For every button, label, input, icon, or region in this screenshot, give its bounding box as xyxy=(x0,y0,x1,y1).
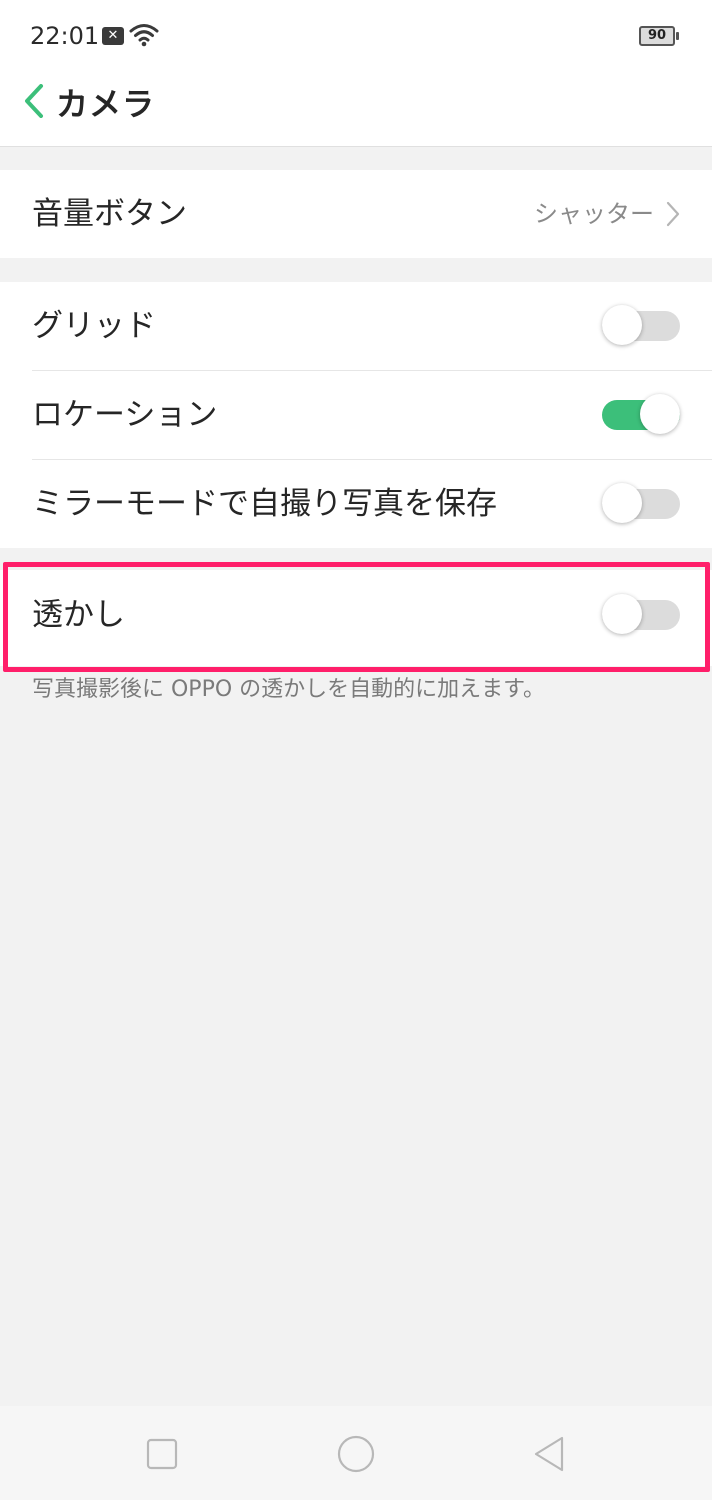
circle-icon xyxy=(337,1435,375,1473)
volume-button-row[interactable]: 音量ボタン シャッター xyxy=(0,170,712,258)
status-bar: 22:01 ✕ 90 xyxy=(0,0,712,76)
back-nav-button[interactable] xyxy=(528,1432,572,1476)
grid-label: グリッド xyxy=(32,308,156,344)
wifi-icon xyxy=(129,23,159,47)
nav-header: カメラ xyxy=(0,76,712,146)
toggle-knob xyxy=(640,394,680,434)
battery-icon: 90 xyxy=(639,26,675,46)
toggle-knob xyxy=(602,305,642,345)
chevron-right-icon xyxy=(666,201,680,227)
toggle-section: グリッド ロケーション ミラーモードで自撮り写真を保存 xyxy=(0,282,712,548)
location-row[interactable]: ロケーション xyxy=(0,371,712,459)
home-button[interactable] xyxy=(334,1432,378,1476)
system-nav-bar xyxy=(0,1406,712,1500)
page-title: カメラ xyxy=(56,85,156,123)
mirror-mode-label: ミラーモードで自撮り写真を保存 xyxy=(32,486,497,522)
watermark-row[interactable]: 透かし xyxy=(0,570,712,666)
volume-button-label: 音量ボタン xyxy=(32,196,187,232)
battery-tip xyxy=(676,32,679,40)
watermark-label: 透かし xyxy=(32,597,125,633)
notification-icon: ✕ xyxy=(102,27,124,45)
volume-button-value: シャッター xyxy=(534,200,654,228)
watermark-toggle[interactable] xyxy=(602,594,680,634)
square-icon xyxy=(146,1438,178,1470)
grid-toggle[interactable] xyxy=(602,305,680,345)
location-toggle[interactable] xyxy=(602,394,680,434)
toggle-knob xyxy=(602,483,642,523)
top-area: 22:01 ✕ 90 カメラ xyxy=(0,0,712,147)
triangle-back-icon xyxy=(534,1436,564,1472)
chevron-left-icon xyxy=(25,84,43,118)
battery-level: 90 xyxy=(647,28,667,43)
mirror-mode-toggle[interactable] xyxy=(602,483,680,523)
watermark-description: 写真撮影後に OPPO の透かしを自動的に加えます。 xyxy=(32,677,545,702)
toggle-knob xyxy=(602,594,642,634)
status-time: 22:01 xyxy=(30,22,100,50)
mirror-mode-row[interactable]: ミラーモードで自撮り写真を保存 xyxy=(0,460,712,548)
location-label: ロケーション xyxy=(32,397,218,433)
grid-row[interactable]: グリッド xyxy=(0,282,712,370)
back-button[interactable] xyxy=(16,76,52,128)
volume-section: 音量ボタン シャッター xyxy=(0,170,712,258)
recent-apps-button[interactable] xyxy=(140,1432,184,1476)
watermark-section: 透かし xyxy=(0,570,712,666)
